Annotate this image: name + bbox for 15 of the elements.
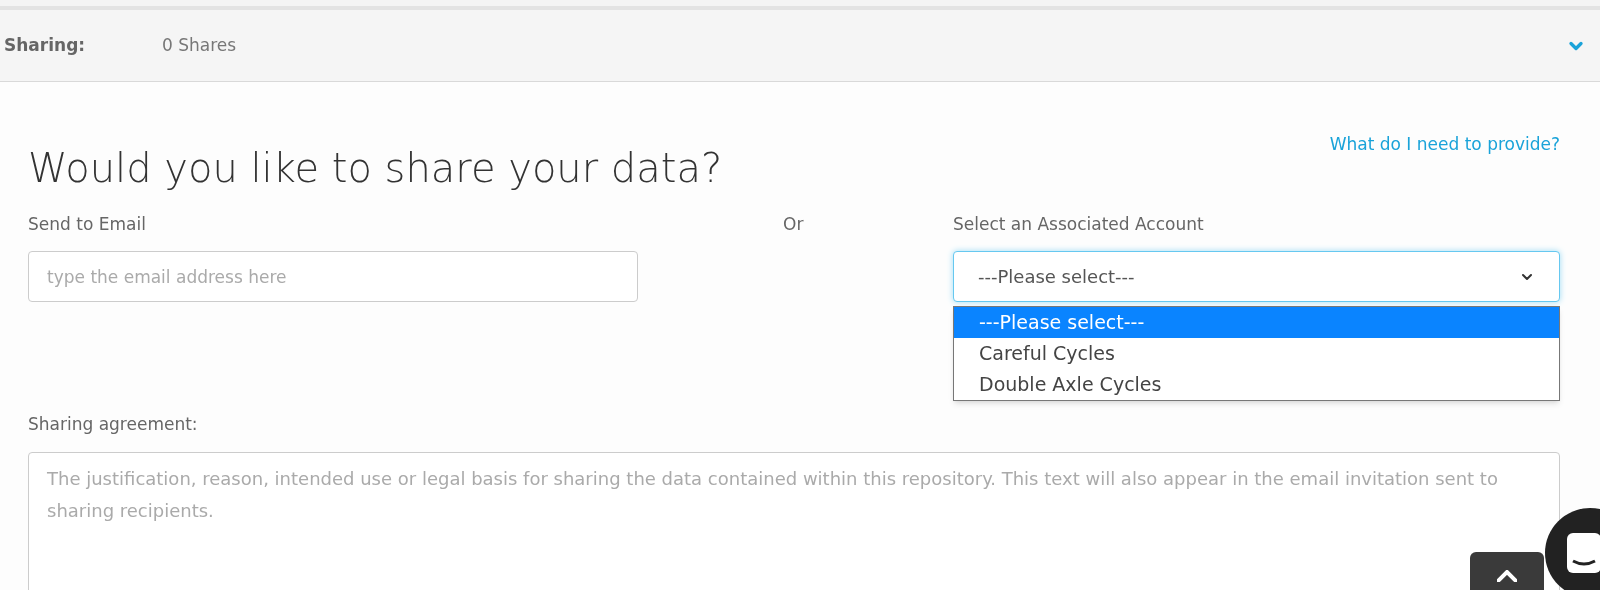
dropdown-option[interactable]: Double Axle Cycles [954,368,1559,400]
or-text: Or [783,212,805,236]
sharing-label: Sharing: [4,33,87,57]
agreement-label: Sharing agreement: [28,413,199,436]
chat-icon [1567,533,1600,573]
share-count: 0 Shares [162,33,238,57]
account-select[interactable]: ---Please select--- [953,251,1560,302]
page-heading: Would you like to share your data? [28,147,723,188]
account-label: Select an Associated Account [953,212,1205,236]
sharing-bar[interactable]: Sharing: 0 Shares [0,10,1600,82]
email-label: Send to Email [28,212,147,236]
dropdown-option[interactable]: Careful Cycles [954,337,1559,369]
dropdown-option[interactable]: ---Please select--- [954,306,1559,338]
email-field[interactable]: type the email address here [28,251,638,302]
agreement-field[interactable]: The justification, reason, intended use or legal basis for sharing the data contained within this repository. This text will also appear in the email invitation sent to sharing recipients. [28,451,1560,590]
